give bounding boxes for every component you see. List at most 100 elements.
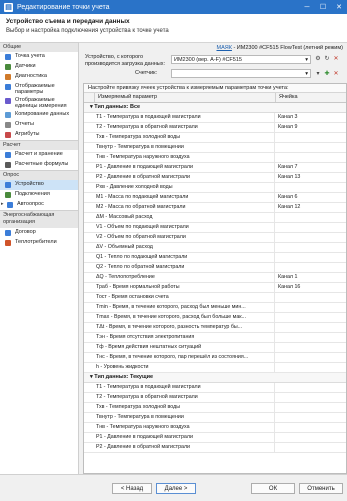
table-row[interactable]: Тэн - Время отсутствия электропитания xyxy=(84,333,346,343)
table-row[interactable]: Tmax - Время, в течение которого, расход… xyxy=(84,313,346,323)
cell-binding-cell[interactable] xyxy=(275,293,346,302)
sidebar-item[interactable]: Теплотребители xyxy=(0,238,78,248)
table-row[interactable]: ΔV - Объемный расход xyxy=(84,243,346,253)
cell-binding-cell[interactable]: Канал 7 xyxy=(275,163,346,172)
cell-binding-cell[interactable] xyxy=(275,383,346,392)
cell-binding-cell[interactable]: Канал 13 xyxy=(275,173,346,182)
sidebar-item[interactable]: Атрибуты xyxy=(0,130,78,140)
remove-icon[interactable]: ✕ xyxy=(332,70,340,78)
table-row[interactable]: M2 - Масса по обратной магистрали Канал 1… xyxy=(84,203,346,213)
cell-binding-cell[interactable] xyxy=(275,303,346,312)
table-row[interactable]: Тнс - Время, в течение которого, пар пер… xyxy=(84,353,346,363)
table-row[interactable]: Тхв - Температура холодной воды xyxy=(84,133,346,143)
table-row[interactable]: T2 - Температура в обратной магистрали Ка… xyxy=(84,123,346,133)
cell-binding-cell[interactable] xyxy=(275,403,346,412)
table-row[interactable]: Tmin - Время, в течение которого, расход… xyxy=(84,303,346,313)
table-row[interactable]: TΔt - Время, в течение которого, разност… xyxy=(84,323,346,333)
sidebar-item[interactable]: Диагностика xyxy=(0,72,78,82)
cell-binding-cell[interactable] xyxy=(275,263,346,272)
table-row[interactable]: M1 - Масса по подающей магистрали Канал 6 xyxy=(84,193,346,203)
cell-binding-cell[interactable]: Канал 1 xyxy=(275,273,346,282)
cell-binding-cell[interactable] xyxy=(275,413,346,422)
chevron-right-icon[interactable]: ▸ xyxy=(1,201,5,207)
grid-group-header[interactable]: ▾ Тип данных: Текущие xyxy=(84,373,346,383)
cell-binding-cell[interactable] xyxy=(275,343,346,352)
sidebar-item[interactable]: Расчет и хранение xyxy=(0,150,78,160)
table-row[interactable]: ΔM - Массовый расход xyxy=(84,213,346,223)
cell-binding-cell[interactable] xyxy=(275,253,346,262)
table-row[interactable]: Рхв - Давление холодной воды xyxy=(84,183,346,193)
table-row[interactable]: Тнв - Температура наружного воздуха xyxy=(84,423,346,433)
table-row[interactable]: Q1 - Тепло по подающей магистрали xyxy=(84,253,346,263)
cell-binding-cell[interactable]: Канал 12 xyxy=(275,203,346,212)
table-row[interactable]: h - Уровень жидкости xyxy=(84,363,346,373)
table-row[interactable]: T1 - Температура в подающей магистрали xyxy=(84,383,346,393)
add-icon[interactable]: ✚ xyxy=(323,70,331,78)
cell-binding-cell[interactable] xyxy=(275,443,346,452)
cell-binding-cell[interactable] xyxy=(275,143,346,152)
cell-binding-cell[interactable]: Канал 16 xyxy=(275,283,346,292)
cell-binding-cell[interactable]: Канал 3 xyxy=(275,113,346,122)
sidebar-item[interactable]: Отображаемые параметры xyxy=(0,82,78,96)
table-row[interactable]: Тф - Время действия нештатных ситуаций xyxy=(84,343,346,353)
sidebar-item[interactable]: Копирование данных xyxy=(0,110,78,120)
table-row[interactable]: Твнутр - Температура в помещении xyxy=(84,413,346,423)
counter-select[interactable]: ▾ xyxy=(171,69,311,78)
table-row[interactable]: V2 - Объем по обратной магистрали xyxy=(84,233,346,243)
table-row[interactable]: Твнутр - Температура в помещении xyxy=(84,143,346,153)
table-row[interactable]: P2 - Давление в обратной магистрали xyxy=(84,443,346,453)
minimize-button[interactable]: ─ xyxy=(299,0,315,14)
cell-binding-cell[interactable] xyxy=(275,393,346,402)
sidebar-item[interactable]: Отчеты xyxy=(0,120,78,130)
cell-binding-cell[interactable] xyxy=(275,433,346,442)
column-header-cell[interactable]: Ячейка xyxy=(276,93,346,102)
cell-binding-cell[interactable] xyxy=(275,223,346,232)
table-row[interactable]: P1 - Давление в подающей магистрали Канал… xyxy=(84,163,346,173)
maximize-button[interactable]: ☐ xyxy=(315,0,331,14)
sidebar-item[interactable]: Датчики xyxy=(0,62,78,72)
cell-binding-cell[interactable] xyxy=(275,363,346,372)
settings-icon[interactable]: ⚙ xyxy=(314,55,322,63)
cell-binding-cell[interactable] xyxy=(275,213,346,222)
device-select[interactable]: ИМ2300 (вер. А-F) #CF515 ▾ xyxy=(171,55,311,64)
sidebar-item[interactable]: Подключения xyxy=(0,190,78,200)
table-row[interactable]: Траб - Время нормальной работы Канал 16 xyxy=(84,283,346,293)
sidebar-item[interactable]: Договор xyxy=(0,228,78,238)
table-row[interactable]: P1 - Давление в подающей магистрали xyxy=(84,433,346,443)
cell-binding-cell[interactable] xyxy=(275,153,346,162)
table-row[interactable]: T1 - Температура в подающей магистрали Ка… xyxy=(84,113,346,123)
sidebar-item[interactable]: Расчетные формулы xyxy=(0,160,78,170)
close-button[interactable]: ✕ xyxy=(331,0,347,14)
refresh-icon[interactable]: ↻ xyxy=(323,55,331,63)
next-button[interactable]: Далее > xyxy=(156,483,196,494)
table-row[interactable]: T2 - Температура в обратной магистрали xyxy=(84,393,346,403)
table-row[interactable]: Тост - Время остановки счета xyxy=(84,293,346,303)
table-row[interactable]: Тнв - Температура наружного воздуха xyxy=(84,153,346,163)
cell-binding-cell[interactable] xyxy=(275,243,346,252)
dropdown-icon[interactable]: ▾ xyxy=(314,70,322,78)
table-row[interactable]: ΔQ - Теплопотребление Канал 1 xyxy=(84,273,346,283)
column-header-param[interactable]: Измеряемый параметр xyxy=(95,93,276,102)
sidebar-item[interactable]: Отображаемые единицы измерения xyxy=(0,96,78,110)
cancel-button[interactable]: Отменить xyxy=(299,483,343,494)
table-row[interactable]: Тхв - Температура холодной воды xyxy=(84,403,346,413)
ok-button[interactable]: ОК xyxy=(251,483,295,494)
cell-binding-cell[interactable]: Канал 6 xyxy=(275,193,346,202)
back-button[interactable]: < Назад xyxy=(112,483,152,494)
cell-binding-cell[interactable] xyxy=(275,323,346,332)
cell-binding-cell[interactable] xyxy=(275,313,346,322)
cell-binding-cell[interactable]: Канал 9 xyxy=(275,123,346,132)
cell-binding-cell[interactable] xyxy=(275,183,346,192)
cell-binding-cell[interactable] xyxy=(275,353,346,362)
cell-binding-cell[interactable] xyxy=(275,233,346,242)
point-link[interactable]: МАЯК xyxy=(216,45,231,51)
cell-binding-cell[interactable] xyxy=(275,133,346,142)
delete-icon[interactable]: ✕ xyxy=(332,55,340,63)
table-row[interactable]: Q2 - Тепло по обратной магистрали xyxy=(84,263,346,273)
grid-group-header[interactable]: ▾ Тип данных: Все xyxy=(84,103,346,113)
sidebar-item[interactable]: Устройство xyxy=(0,180,78,190)
cell-binding-cell[interactable] xyxy=(275,333,346,342)
sidebar-item[interactable]: ▸ Автоопрос xyxy=(0,200,78,210)
table-row[interactable]: V1 - Объем по подающей магистрали xyxy=(84,223,346,233)
table-row[interactable]: P2 - Давление в обратной магистрали Канал… xyxy=(84,173,346,183)
